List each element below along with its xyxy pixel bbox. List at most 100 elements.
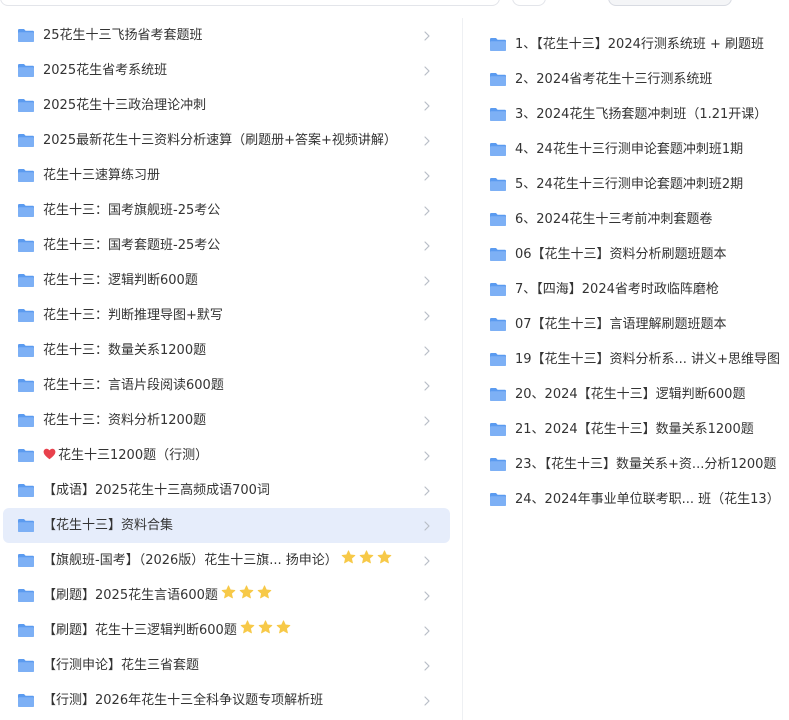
folder-name: 【刷题】2025花生言语600题 (43, 578, 272, 613)
folder-icon (18, 64, 34, 77)
folder-item[interactable]: 6、2024花生十三考前冲刺套题卷 (478, 202, 789, 237)
chevron-right-icon[interactable] (422, 683, 432, 718)
search-box[interactable] (0, 0, 500, 6)
star-icon (341, 550, 356, 564)
left-folder-list: 25花生十三飞扬省考套题班 2025花生省考系统班 2025花生十三政治理论冲刺 20… (0, 18, 450, 720)
folder-icon (490, 388, 506, 401)
folder-name: 【行测】2026年花生十三全科争议题专项解析班 (43, 693, 324, 708)
chevron-right-icon[interactable] (422, 403, 432, 438)
star-icon (257, 585, 272, 599)
folder-icon (490, 493, 506, 506)
folder-name: 5、24花生十三行测申论套题冲刺班2期 (515, 177, 744, 192)
folder-item[interactable]: 【成语】2025花生十三高频成语700词 (0, 473, 450, 508)
folder-item[interactable]: 花生十三：言语片段阅读600题 (0, 368, 450, 403)
folder-name: 2025花生十三政治理论冲刺 (43, 98, 207, 113)
folder-item[interactable]: 花生十三：数量关系1200题 (0, 333, 450, 368)
folder-name: 20、2024【花生十三】逻辑判断600题 (515, 387, 746, 402)
chevron-right-icon[interactable] (422, 298, 432, 333)
chevron-right-icon[interactable] (422, 368, 432, 403)
folder-name: 7、【四海】2024省考时政临阵磨枪 (515, 282, 719, 297)
folder-item[interactable]: 2、2024省考花生十三行测系统班 (478, 62, 789, 97)
folder-name: 花生十三：言语片段阅读600题 (43, 378, 224, 393)
toolbar-action-button[interactable] (608, 0, 732, 6)
folder-icon (18, 484, 34, 497)
top-toolbar (0, 0, 789, 8)
chevron-right-icon[interactable] (422, 88, 432, 123)
folder-item[interactable]: 07【花生十三】言语理解刷题班题本 (478, 307, 789, 342)
folder-icon (490, 178, 506, 191)
chevron-right-icon[interactable] (422, 438, 432, 473)
folder-item[interactable]: 25花生十三飞扬省考套题班 (0, 18, 450, 53)
folder-item[interactable]: 【花生十三】资料合集 (3, 508, 450, 543)
folder-item[interactable]: 23、【花生十三】数量关系+资...分析1200题 (478, 447, 789, 482)
chevron-right-icon[interactable] (422, 193, 432, 228)
folder-item[interactable]: 【行测申论】花生三省套题 (0, 648, 450, 683)
star-icon (359, 550, 374, 564)
folder-name: 花生十三速算练习册 (43, 168, 161, 183)
folder-item[interactable]: 2025花生省考系统班 (0, 53, 450, 88)
folder-item[interactable]: 【刷题】花生十三逻辑判断600题 (0, 613, 450, 648)
folder-item[interactable]: 21、2024【花生十三】数量关系1200题 (478, 412, 789, 447)
chevron-right-icon[interactable] (422, 263, 432, 298)
folder-item[interactable]: 19【花生十三】资料分析系... 讲义+思维导图 (478, 342, 789, 377)
chevron-right-icon[interactable] (422, 473, 432, 508)
folder-item[interactable]: 24、2024年事业单位联考职... 班（花生13） (478, 482, 789, 517)
folder-item[interactable]: 2025最新花生十三资料分析速算（刷题册+答案+视频讲解） (0, 123, 450, 158)
folder-item[interactable]: 花生十三：国考套题班-25考公 (0, 228, 450, 263)
folder-name: 花生十三：资料分析1200题 (43, 413, 207, 428)
folder-name: 24、2024年事业单位联考职... 班（花生13） (515, 492, 780, 507)
chevron-right-icon[interactable] (422, 578, 432, 613)
folder-item[interactable]: 花生十三：判断推理导图+默写 (0, 298, 450, 333)
folder-name: 3、2024花生飞扬套题冲刺班（1.21开课） (515, 107, 768, 122)
folder-name: 21、2024【花生十三】数量关系1200题 (515, 422, 754, 437)
folder-icon (18, 694, 34, 707)
folder-item[interactable]: 06【花生十三】资料分析刷题班题本 (478, 237, 789, 272)
folder-item[interactable]: 2025花生十三政治理论冲刺 (0, 88, 450, 123)
folder-item[interactable]: 花生十三：资料分析1200题 (0, 403, 450, 438)
folder-item[interactable]: 3、2024花生飞扬套题冲刺班（1.21开课） (478, 97, 789, 132)
chevron-right-icon[interactable] (422, 543, 432, 578)
chevron-right-icon[interactable] (422, 508, 432, 543)
chevron-right-icon[interactable] (422, 18, 432, 53)
folder-icon (18, 519, 34, 532)
chevron-right-icon[interactable] (422, 123, 432, 158)
chevron-right-icon[interactable] (422, 333, 432, 368)
folder-icon (490, 38, 506, 51)
folder-item[interactable]: 【旗舰班-国考】（2026版）花生十三旗... 扬申论） (0, 543, 450, 578)
folder-icon (18, 379, 34, 392)
chevron-right-icon[interactable] (422, 53, 432, 88)
folder-name: 【刷题】花生十三逻辑判断600题 (43, 613, 291, 648)
folder-item[interactable]: 4、24花生十三行测申论套题冲刺班1期 (478, 132, 789, 167)
star-icon (377, 550, 392, 564)
folder-item[interactable]: 【行测】2026年花生十三全科争议题专项解析班 (0, 683, 450, 718)
chevron-right-icon[interactable] (422, 613, 432, 648)
chevron-right-icon[interactable] (422, 228, 432, 263)
folder-name: 花生十三：判断推理导图+默写 (43, 308, 223, 323)
folder-name: 25花生十三飞扬省考套题班 (43, 28, 203, 43)
folder-item[interactable]: 【刷题】2025花生言语600题 (0, 578, 450, 613)
folder-name: 2、2024省考花生十三行测系统班 (515, 72, 713, 87)
folder-name: 【旗舰班-国考】（2026版）花生十三旗... 扬申论） (43, 543, 392, 578)
chevron-right-icon[interactable] (422, 158, 432, 193)
star-icon (276, 620, 291, 634)
folder-icon (18, 99, 34, 112)
folder-item[interactable]: 花生十三1200题（行测） (0, 438, 450, 473)
folder-name: 19【花生十三】资料分析系... 讲义+思维导图 (515, 352, 780, 367)
chevron-right-icon[interactable] (422, 648, 432, 683)
folder-item[interactable]: 20、2024【花生十三】逻辑判断600题 (478, 377, 789, 412)
folder-item[interactable]: 花生十三速算练习册 (0, 158, 450, 193)
folder-item[interactable]: 花生十三：逻辑判断600题 (0, 263, 450, 298)
folder-item[interactable]: 7、【四海】2024省考时政临阵磨枪 (478, 272, 789, 307)
folder-icon (490, 423, 506, 436)
folder-name: 【行测申论】花生三省套题 (43, 658, 200, 673)
folder-icon (18, 204, 34, 217)
folder-name: 6、2024花生十三考前冲刺套题卷 (515, 212, 713, 227)
folder-name: 2025花生省考系统班 (43, 63, 168, 78)
folder-item[interactable]: 花生十三：国考旗舰班-25考公 (0, 193, 450, 228)
folder-item[interactable]: 1、【花生十三】2024行测系统班 + 刷题班 (478, 27, 789, 62)
star-icon (221, 585, 236, 599)
folder-item[interactable]: 5、24花生十三行测申论套题冲刺班2期 (478, 167, 789, 202)
toolbar-button[interactable] (512, 0, 546, 6)
folder-icon (18, 169, 34, 182)
folder-icon (18, 29, 34, 42)
